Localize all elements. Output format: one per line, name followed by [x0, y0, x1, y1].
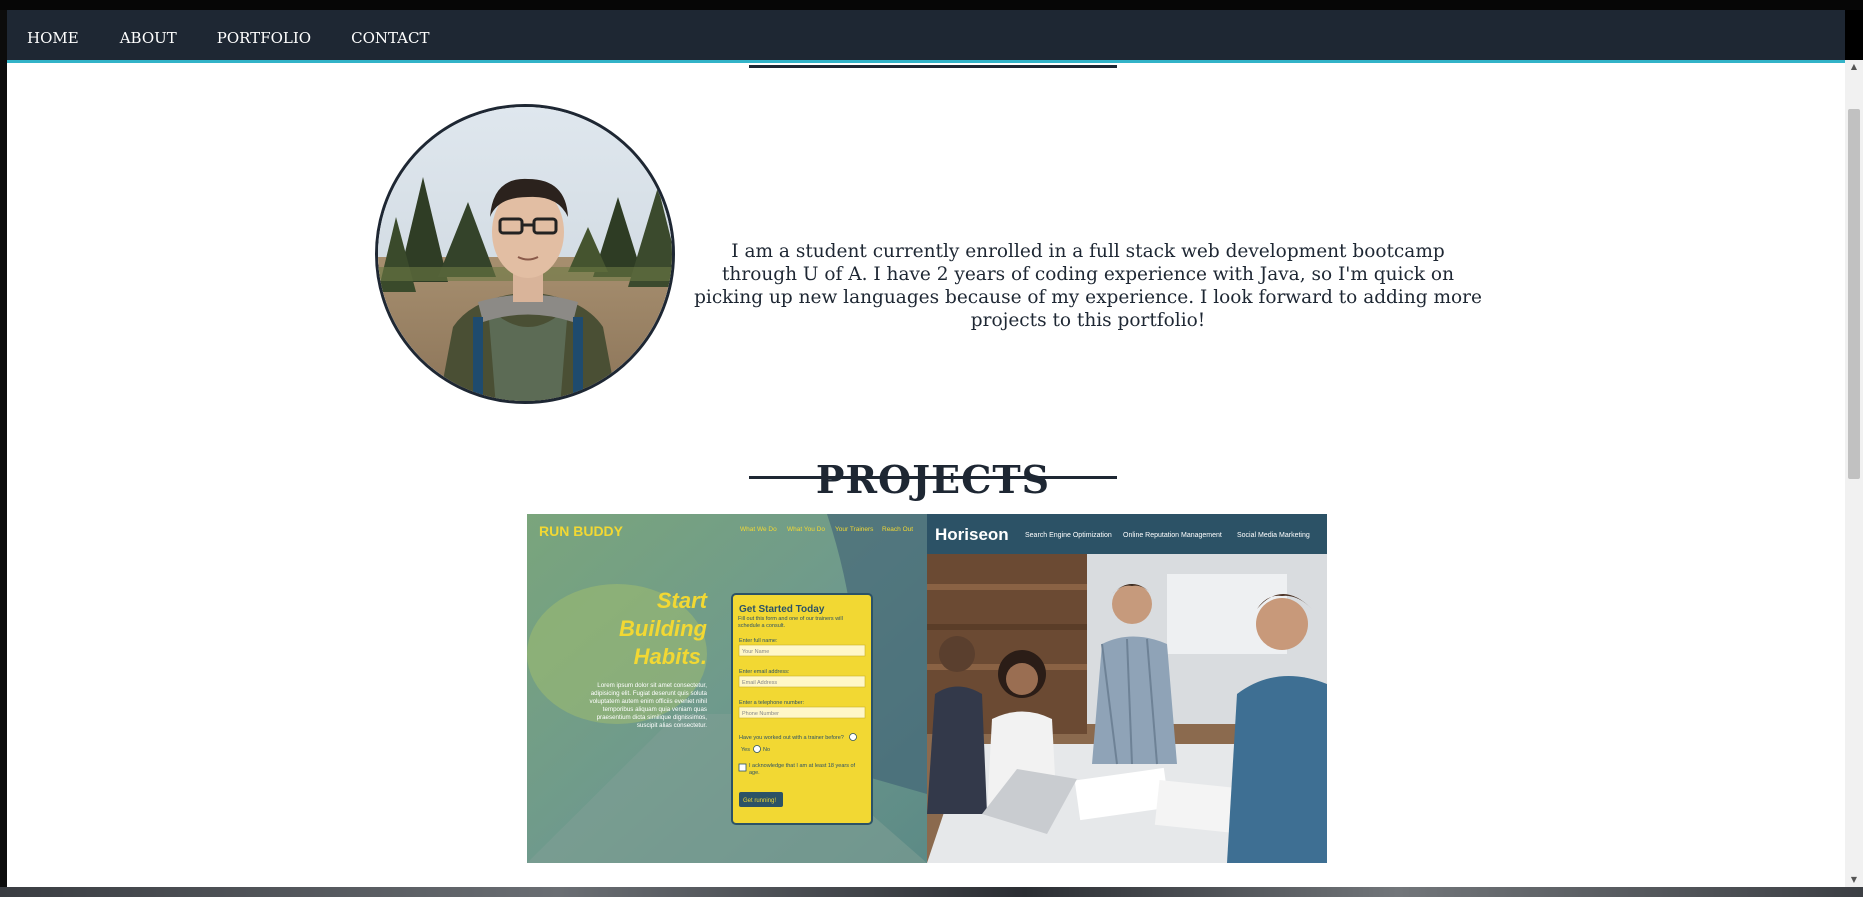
page-scrollbar[interactable]: ▲ ▼ [1845, 60, 1863, 887]
main-nav: HOME ABOUT PORTFOLIO CONTACT [7, 10, 1845, 63]
run-buddy-headline-3: Habits. [634, 644, 707, 669]
profile-photo-image [378, 107, 672, 401]
run-buddy-nav-2: What You Do [787, 526, 825, 533]
horiseon-nav-1: Search Engine Optimization [1025, 532, 1112, 539]
run-buddy-nav-3: Your Trainers [835, 526, 874, 533]
run-buddy-body: Lorem ipsum dolor sit amet consectetur, … [589, 682, 707, 729]
run-buddy-name-input: Your Name [742, 649, 769, 655]
run-buddy-form-subtitle: Fill out this form and one of our traine… [738, 616, 843, 629]
run-buddy-name-label: Enter full name: [739, 638, 778, 644]
profile-photo [375, 104, 675, 404]
run-buddy-brand: RUN BUDDY [539, 523, 624, 539]
run-buddy-phone-label: Enter a telephone number: [739, 700, 805, 706]
run-buddy-headline-1: Start [657, 588, 709, 613]
project-horiseon[interactable]: Horiseon Search Engine Optimization Onli… [927, 514, 1327, 863]
run-buddy-phone-input: Phone Number [742, 711, 779, 717]
horiseon-nav-3: Social Media Marketing [1237, 532, 1310, 539]
nav-item-home[interactable]: HOME [27, 10, 79, 60]
run-buddy-yes: Yes [741, 747, 750, 753]
project-run-buddy[interactable]: RUN BUDDY What We Do What You Do Your Tr… [527, 514, 927, 863]
run-buddy-question: Have you worked out with a trainer befor… [739, 735, 844, 741]
background-image-strip [0, 887, 1863, 897]
horiseon-screenshot: Horiseon Search Engine Optimization Onli… [927, 514, 1327, 863]
projects-title: PROJECTS [815, 456, 1051, 502]
scrollbar-thumb[interactable] [1848, 109, 1860, 479]
run-buddy-headline-2: Building [619, 616, 708, 641]
run-buddy-email-label: Enter email address: [739, 669, 790, 675]
run-buddy-submit: Get running! [743, 798, 776, 804]
horiseon-nav-2: Online Reputation Management [1123, 532, 1222, 539]
scroll-up-arrow-icon[interactable]: ▲ [1845, 60, 1863, 74]
nav-item-about[interactable]: ABOUT [120, 10, 177, 60]
nav-item-contact[interactable]: CONTACT [351, 10, 429, 60]
nav-item-portfolio[interactable]: PORTFOLIO [217, 10, 311, 60]
run-buddy-no: No [763, 747, 770, 753]
run-buddy-screenshot: RUN BUDDY What We Do What You Do Your Tr… [527, 514, 927, 863]
left-page-edge [0, 10, 7, 887]
run-buddy-ack: I acknowledge that I am at least 18 year… [749, 763, 856, 776]
run-buddy-nav-1: What We Do [740, 526, 777, 533]
scroll-down-arrow-icon[interactable]: ▼ [1845, 873, 1863, 887]
run-buddy-form-title: Get Started Today [739, 604, 825, 615]
projects-divider [749, 476, 1117, 479]
run-buddy-email-input: Email Address [742, 680, 777, 686]
page-content: I am a student currently enrolled in a f… [7, 63, 1845, 887]
about-divider [749, 65, 1117, 68]
horiseon-brand: Horiseon [935, 525, 1009, 544]
run-buddy-nav-4: Reach Out [882, 526, 913, 533]
about-text: I am a student currently enrolled in a f… [694, 240, 1482, 331]
browser-top-edge [0, 0, 1863, 10]
